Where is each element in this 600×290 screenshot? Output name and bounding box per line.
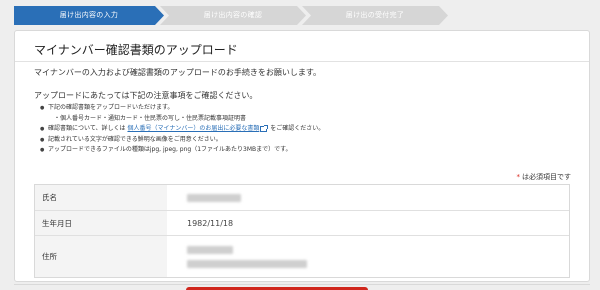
name-value (167, 185, 569, 210)
note-documents-list-text: ・個人番号カード・通知カード・住民票の写し・住民票記載事項証明書 (54, 114, 247, 122)
intro-text: マイナンバーの入力および確認書類のアップロードのお手続きをお願いします。 (34, 68, 322, 77)
name-label: 氏名 (35, 185, 167, 210)
step-complete: 届け出の受付完了 (302, 6, 448, 25)
dob-label: 生年月日 (35, 211, 167, 235)
step-confirm-label: 届け出内容の確認 (203, 11, 263, 19)
step-confirm: 届け出内容の確認 (160, 6, 306, 25)
title-divider (15, 61, 589, 62)
progress-steps: 届け出内容の入力 届け出内容の確認 届け出の受付完了 (14, 6, 590, 25)
notes-list: 下記の確認書類をアップロードいただけます。 ・個人番号カード・通知カード・住民票… (40, 103, 324, 156)
required-note-text: は必須項目です (522, 173, 571, 181)
step-input-label: 届け出内容の入力 (59, 11, 119, 19)
redacted-address (187, 259, 307, 268)
note-subitem: ・個人番号カード・通知カード・住民票の写し・住民票記載事項証明書 (40, 114, 324, 125)
required-documents-link[interactable]: 個人番号（マイナンバー）のお届出に必要な書類 (127, 125, 259, 132)
required-note: * は必須項目です (517, 172, 572, 182)
note-item: アップロードできるファイルの種類はjpg, jpeg, png（1ファイルあたり… (40, 145, 324, 156)
step-input: 届け出内容の入力 (14, 6, 164, 25)
required-documents-link-text: 個人番号（マイナンバー）のお届出に必要な書類 (127, 125, 260, 133)
table-row: 住所 (35, 235, 569, 277)
table-row: 氏名 (35, 185, 569, 210)
required-star: * (516, 173, 521, 181)
external-link-icon[interactable] (260, 124, 269, 132)
dob-value: 1982/11/18 (167, 211, 569, 235)
note-item: 下記の確認書類をアップロードいただけます。 (40, 103, 324, 114)
address-value (167, 236, 569, 277)
upload-card: マイナンバー確認書類のアップロード マイナンバーの入力および確認書類のアップロー… (14, 30, 590, 282)
note-documents-text: 下記の確認書類をアップロードいただけます。 (48, 104, 174, 111)
dob-value-text: 1982/11/18 (187, 218, 234, 228)
note-clear-image-text: 記載されている文字が確認できる鮮明な画像をご用意ください。 (48, 135, 222, 143)
note-details-suffix: をご確認ください。 (270, 125, 325, 133)
note-details-prefix: 確認書類について、詳しくは (48, 125, 126, 133)
page-title: マイナンバー確認書類のアップロード (34, 43, 238, 57)
step-complete-label: 届け出の受付完了 (345, 11, 405, 19)
notes-heading: アップロードにあたっては下記の注意事項をご確認ください。 (34, 91, 258, 100)
address-label: 住所 (35, 236, 167, 277)
redacted-postcode (187, 245, 233, 254)
note-item: 確認書類について、詳しくは 個人番号（マイナンバー）のお届出に必要な書類 をご確… (40, 124, 324, 135)
user-info-table: 氏名 生年月日 1982/11/18 住所 (34, 184, 570, 278)
note-item: 記載されている文字が確認できる鮮明な画像をご用意ください。 (40, 135, 324, 146)
table-row: 生年月日 1982/11/18 (35, 210, 569, 235)
bottom-divider (14, 284, 590, 285)
note-file-types-text: アップロードできるファイルの種類はjpg, jpeg, png（1ファイルあたり… (48, 146, 292, 154)
redacted-name (187, 193, 241, 202)
